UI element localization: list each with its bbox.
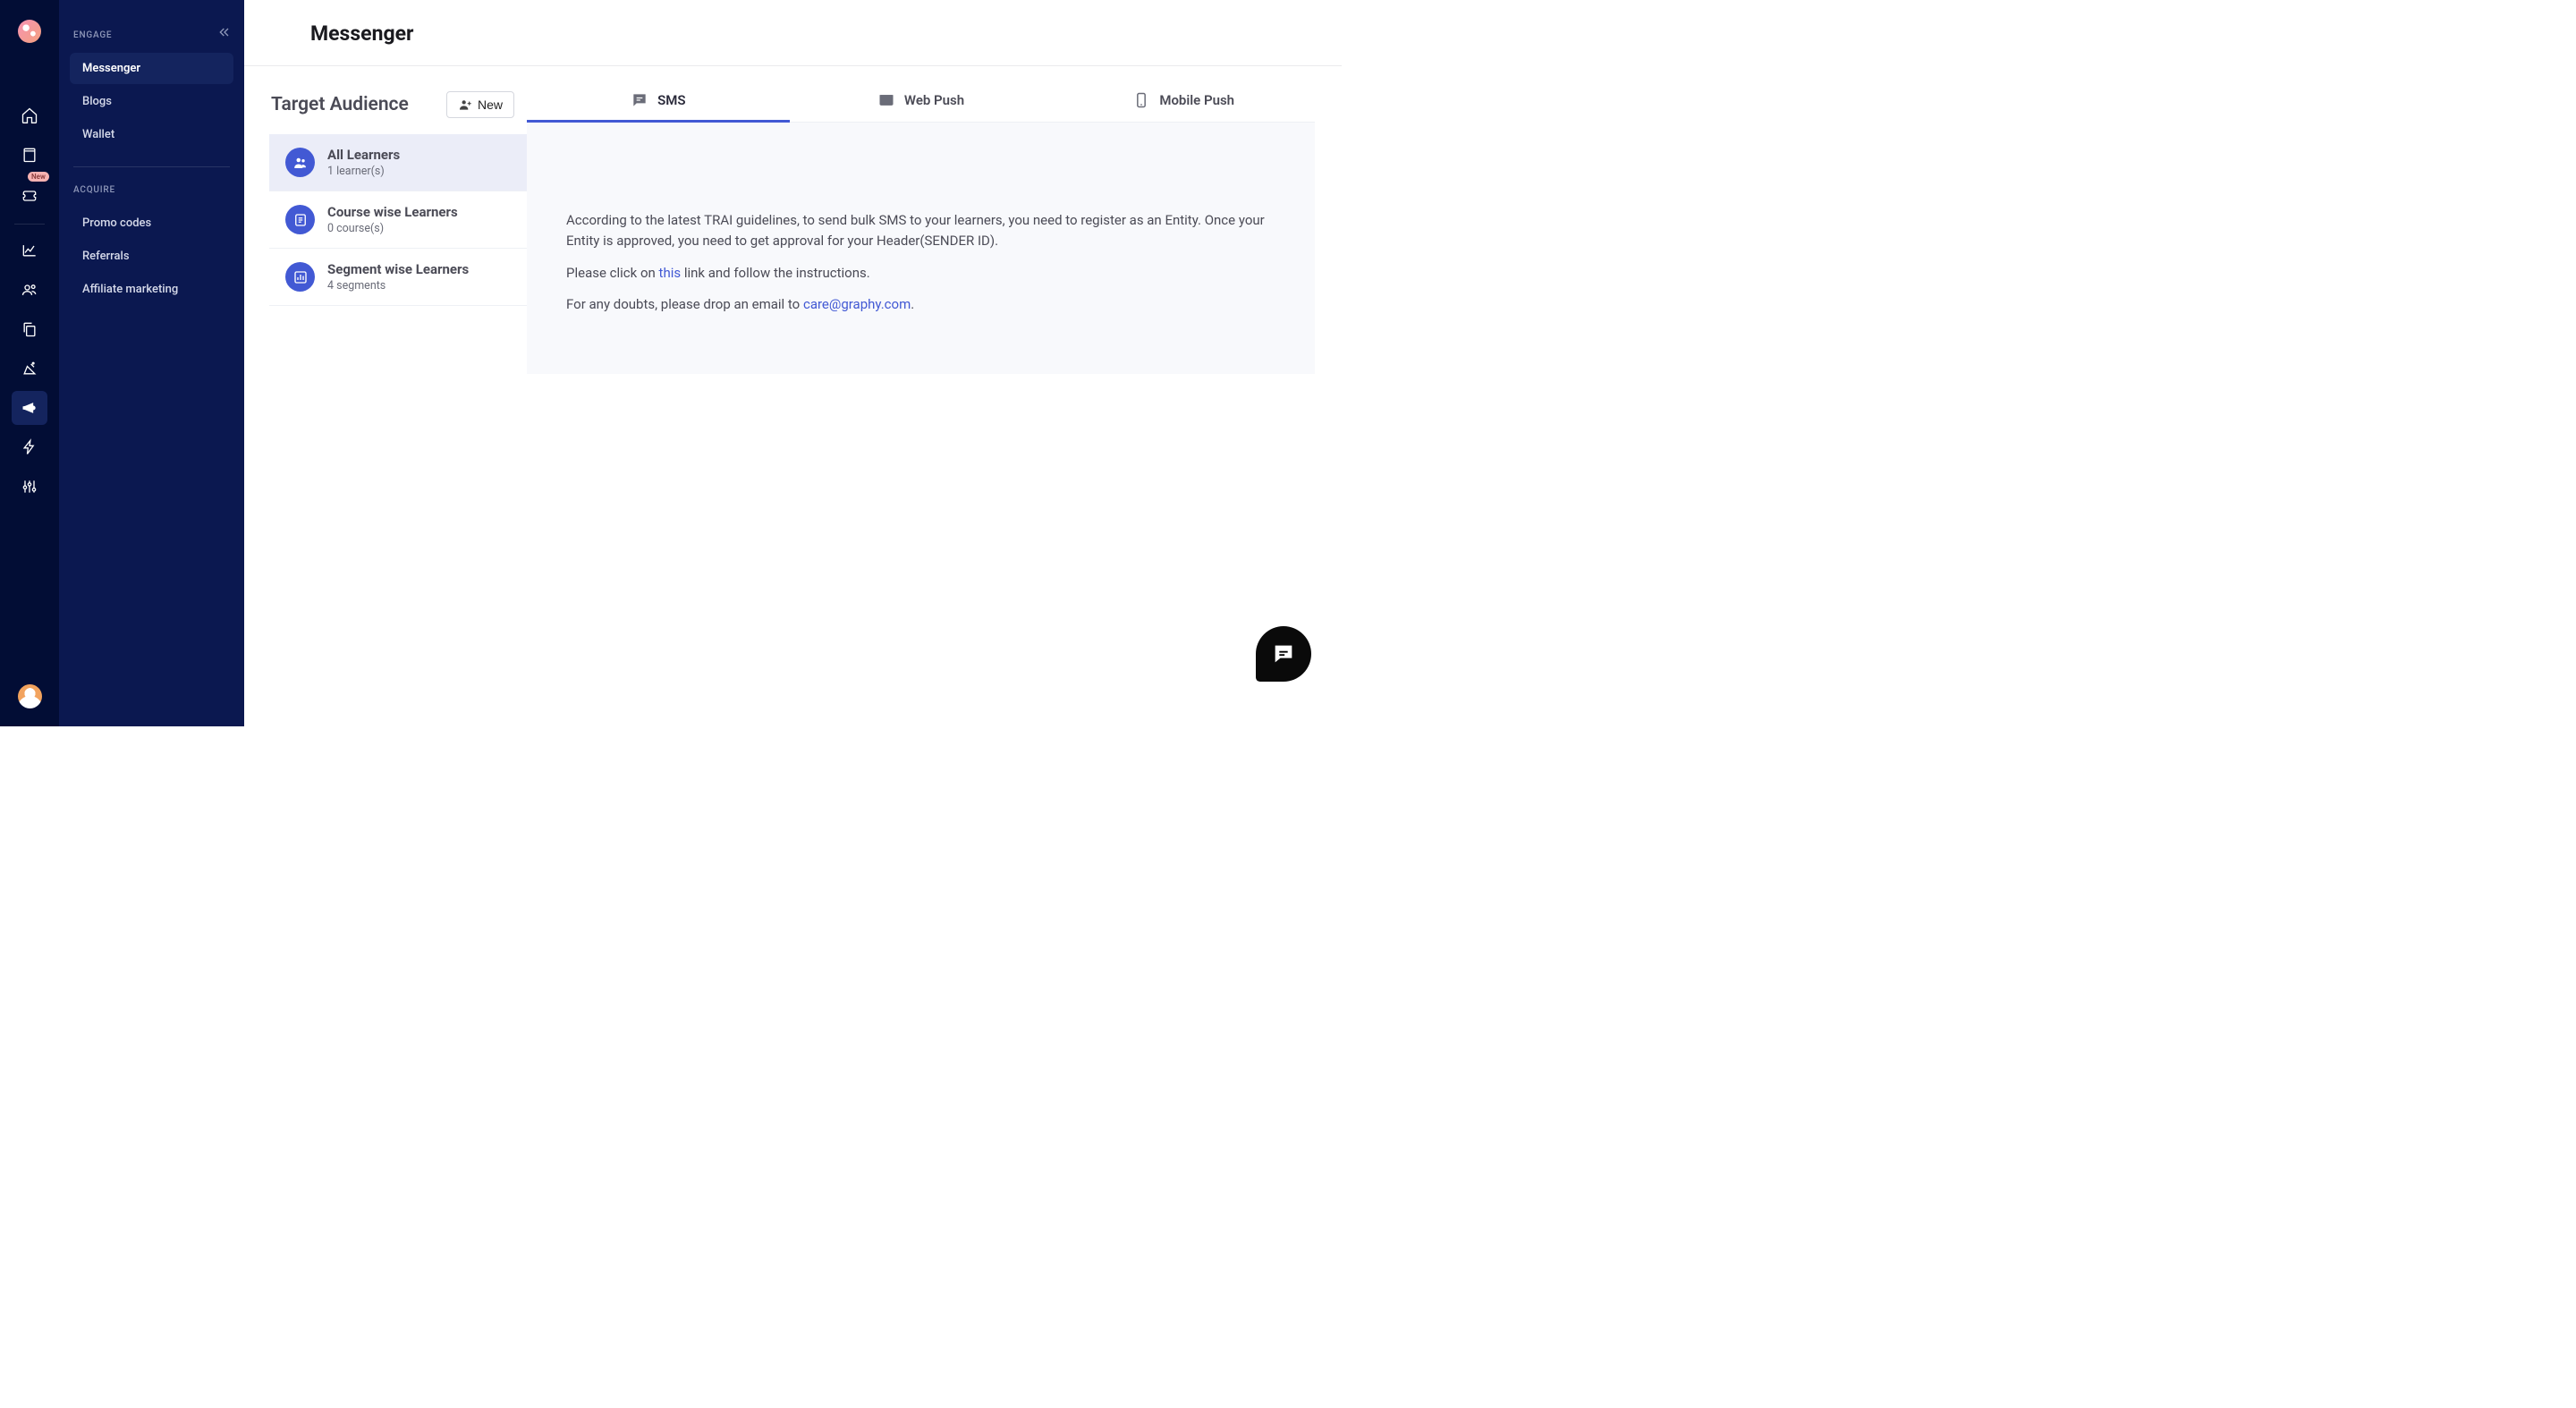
brand-avatar[interactable]: [18, 20, 41, 43]
megaphone-icon: [21, 399, 38, 417]
subnav-item-messenger[interactable]: Messenger: [70, 53, 233, 84]
care-email-link[interactable]: care@graphy.com: [803, 296, 911, 312]
nav-people[interactable]: [12, 273, 47, 307]
nav-analytics[interactable]: [12, 233, 47, 267]
user-avatar[interactable]: [18, 684, 42, 708]
subnav-section-acquire: ACQUIRE: [73, 185, 233, 195]
tab-sms[interactable]: SMS: [527, 91, 790, 122]
audience-item-title: Course wise Learners: [327, 204, 458, 220]
subnav-item-referrals[interactable]: Referrals: [70, 241, 233, 272]
new-button-label: New: [478, 98, 503, 112]
sms-info-p1: According to the latest TRAI guidelines,…: [566, 210, 1275, 252]
audience-title: Target Audience: [271, 94, 409, 115]
sms-info-p2: Please click on this link and follow the…: [566, 263, 1275, 284]
audience-item-title: Segment wise Learners: [327, 261, 469, 277]
tab-label: SMS: [657, 92, 685, 108]
nav-library[interactable]: [12, 138, 47, 172]
nav-settings[interactable]: [12, 470, 47, 504]
chevrons-left-icon: [217, 25, 232, 39]
nav-design[interactable]: [12, 352, 47, 386]
sliders-icon: [21, 478, 38, 496]
audience-item-subtitle: 0 course(s): [327, 222, 458, 235]
tab-label: Web Push: [904, 92, 964, 108]
chart-line-icon: [21, 242, 38, 259]
audience-item-all-learners[interactable]: All Learners 1 learner(s): [269, 134, 527, 191]
tab-mobile-push[interactable]: Mobile Push: [1052, 91, 1315, 122]
channel-tabs: SMS Web Push Mobile Push: [527, 91, 1315, 123]
chat-fab[interactable]: [1256, 626, 1311, 682]
nav-tickets[interactable]: New: [12, 179, 47, 213]
chat-icon: [1271, 641, 1296, 666]
subnav-item-affiliate[interactable]: Affiliate marketing: [70, 274, 233, 305]
person-add-icon: [458, 98, 472, 112]
audience-item-subtitle: 4 segments: [327, 279, 469, 293]
trai-instructions-link[interactable]: this: [659, 265, 682, 281]
book-icon: [21, 146, 38, 164]
page-title: Messenger: [310, 21, 1342, 46]
sms-info-p3: For any doubts, please drop an email to …: [566, 294, 1275, 315]
tab-web-push[interactable]: Web Push: [790, 91, 1053, 122]
audience-item-title: All Learners: [327, 147, 400, 163]
nav-automation[interactable]: [12, 430, 47, 464]
audience-column: Target Audience New All Learners 1 learn…: [269, 91, 527, 374]
course-list-icon: [285, 205, 315, 234]
sms-icon: [631, 91, 648, 109]
subnav-item-wallet[interactable]: Wallet: [70, 119, 233, 150]
subnav-section-engage: ENGAGE: [73, 30, 233, 40]
new-badge: New: [28, 172, 49, 182]
ticket-icon: [21, 187, 38, 205]
icon-rail: New: [0, 0, 59, 726]
group-icon: [285, 148, 315, 177]
collapse-button[interactable]: [217, 25, 232, 39]
nav-marketing[interactable]: [12, 391, 47, 425]
nav-pages[interactable]: [12, 312, 47, 346]
subnav-item-promo-codes[interactable]: Promo codes: [70, 208, 233, 239]
audience-item-subtitle: 1 learner(s): [327, 165, 400, 178]
tab-label: Mobile Push: [1159, 92, 1234, 108]
nav-home[interactable]: [12, 98, 47, 132]
bar-chart-icon: [285, 262, 315, 292]
home-icon: [21, 106, 38, 124]
audience-item-course-wise[interactable]: Course wise Learners 0 course(s): [269, 191, 527, 249]
web-push-icon: [877, 91, 895, 109]
subnav-item-blogs[interactable]: Blogs: [70, 86, 233, 117]
people-icon: [21, 281, 38, 299]
subnav-separator: [73, 166, 230, 167]
channel-tabs-column: SMS Web Push Mobile Push According to th…: [527, 91, 1342, 374]
page-header: Messenger: [244, 0, 1342, 66]
rail-separator: [14, 224, 45, 225]
sms-tab-body: According to the latest TRAI guidelines,…: [527, 123, 1315, 374]
copy-icon: [21, 320, 38, 338]
subnav-panel: ENGAGE Messenger Blogs Wallet ACQUIRE Pr…: [59, 0, 244, 726]
main-area: Messenger Target Audience New Al: [244, 0, 1342, 726]
mobile-icon: [1132, 91, 1150, 109]
new-audience-button[interactable]: New: [446, 91, 514, 118]
bolt-icon: [21, 438, 38, 456]
design-icon: [21, 360, 38, 377]
audience-item-segment-wise[interactable]: Segment wise Learners 4 segments: [269, 249, 527, 306]
